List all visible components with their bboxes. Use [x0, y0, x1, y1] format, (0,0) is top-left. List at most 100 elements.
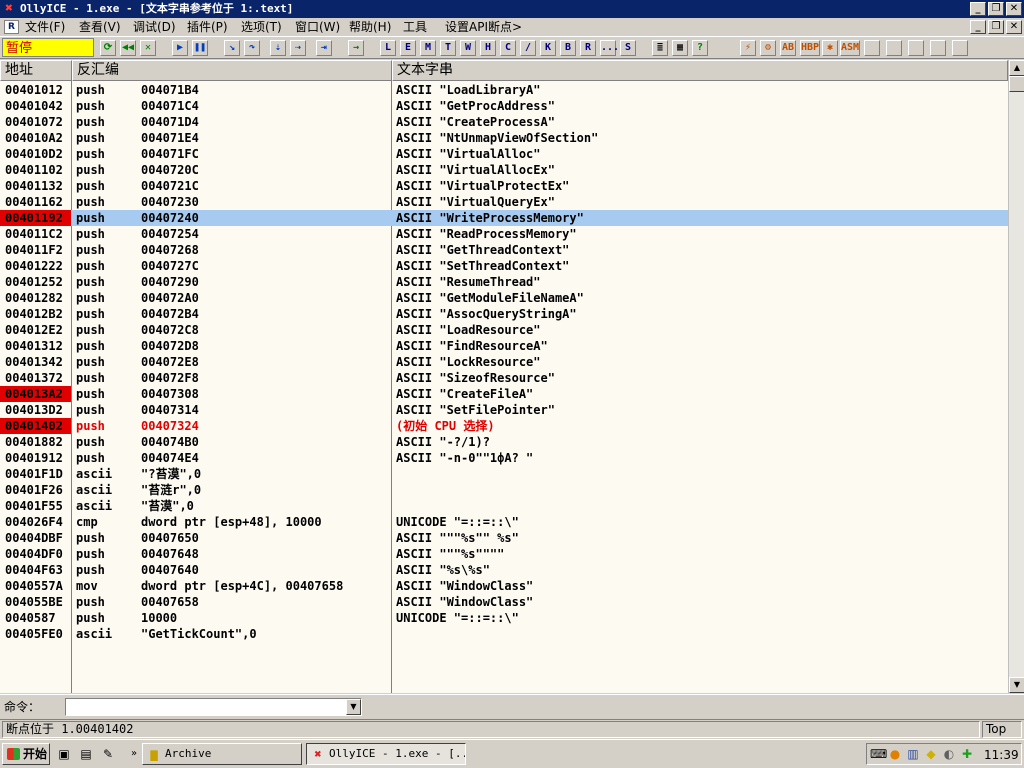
table-row[interactable]: 00401312 push 004072D8 ASCII "FindResourceA… — [0, 338, 1008, 354]
column-header-disasm[interactable]: 反汇编 — [72, 60, 392, 81]
pause-icon[interactable]: ❚❚ — [192, 40, 208, 56]
table-row[interactable]: 00401132 push 0040721C ASCII "VirtualProtec… — [0, 178, 1008, 194]
vertical-scrollbar[interactable]: ▲ ▼ — [1008, 60, 1024, 693]
step-into-icon[interactable]: ↘ — [224, 40, 240, 56]
run-trace-window-button[interactable]: ... — [600, 40, 619, 56]
memory-window-button[interactable]: M — [420, 40, 436, 56]
run-icon[interactable]: ▶ — [172, 40, 188, 56]
trace-over-icon[interactable]: ⇢ — [290, 40, 306, 56]
menu-tools[interactable]: 工具 — [403, 19, 427, 35]
task-ollyice[interactable]: ✖ OllyICE - 1.exe - [... — [306, 743, 466, 765]
menu-options[interactable]: 选项(T) — [241, 19, 282, 35]
threads-window-button[interactable]: T — [440, 40, 456, 56]
patches-window-button[interactable]: / — [520, 40, 536, 56]
table-row[interactable]: 00401222 push 0040727C ASCII "SetThreadCont… — [0, 258, 1008, 274]
scroll-thumb[interactable] — [1009, 76, 1024, 92]
help-icon[interactable]: ? — [692, 40, 708, 56]
empty-slot-1[interactable] — [864, 40, 880, 56]
list-view-icon[interactable]: ≣ — [652, 40, 668, 56]
plugin-gear-icon[interactable]: ✱ — [822, 40, 838, 56]
cpu-window-button[interactable]: C — [500, 40, 516, 56]
scroll-up-icon[interactable]: ▲ — [1009, 60, 1024, 76]
modules-window-button[interactable]: E — [400, 40, 416, 56]
trace-into-icon[interactable]: ⇣ — [270, 40, 286, 56]
explorer-quicklaunch-icon[interactable]: ▤ — [78, 746, 94, 762]
menu-help[interactable]: 帮助(H) — [349, 19, 391, 35]
source-window-button[interactable]: S — [620, 40, 636, 56]
callstack-window-button[interactable]: K — [540, 40, 556, 56]
document-icon[interactable]: R — [4, 20, 19, 34]
close-button[interactable]: ✕ — [1006, 2, 1022, 16]
child-close-button[interactable]: ✕ — [1006, 20, 1022, 34]
grid-view-icon[interactable]: ▦ — [672, 40, 688, 56]
table-row[interactable]: 00401282 push 004072A0 ASCII "GetModuleFile… — [0, 290, 1008, 306]
menu-debug[interactable]: 调试(D) — [133, 19, 176, 35]
table-row[interactable]: 00401072 push 004071D4 ASCII "CreateProcess… — [0, 114, 1008, 130]
open-icon[interactable]: ⟳ — [100, 40, 116, 56]
table-row[interactable]: 00405FE0 ascii "GetTickCount",0 — [0, 626, 1008, 642]
table-row[interactable]: 004011F2 push 00407268 ASCII "GetThreadCont… — [0, 242, 1008, 258]
orange-tray-icon[interactable]: ● — [888, 747, 902, 761]
table-row[interactable]: 00401F1D ascii "?苔漠",0 — [0, 466, 1008, 482]
table-row[interactable]: 004013D2 push 00407314 ASCII "SetFilePointe… — [0, 402, 1008, 418]
scroll-down-icon[interactable]: ▼ — [1009, 677, 1024, 693]
warning-tray-icon[interactable]: ◆ — [924, 747, 938, 761]
table-row[interactable]: 0040587 push 10000 UNICODE "=::=::\" — [0, 610, 1008, 626]
table-row[interactable]: 004013A2 push 00407308 ASCII "CreateFileA" — [0, 386, 1008, 402]
goto-icon[interactable]: → — [348, 40, 364, 56]
keyboard-tray-icon[interactable]: ⌨ — [870, 747, 887, 761]
table-row[interactable]: 004026F4 cmp dword ptr [esp+48], 10000 UNIC… — [0, 514, 1008, 530]
table-row[interactable]: 00401F55 ascii "苔漠",0 — [0, 498, 1008, 514]
handles-window-button[interactable]: H — [480, 40, 496, 56]
table-row[interactable]: 004012B2 push 004072B4 ASCII "AssocQueryStr… — [0, 306, 1008, 322]
close-program-icon[interactable]: ✕ — [140, 40, 156, 56]
task-archive[interactable]: ▆ Archive — [142, 743, 302, 765]
table-row[interactable]: 00401372 push 004072F8 ASCII "SizeofResourc… — [0, 370, 1008, 386]
show-desktop-icon[interactable]: ▣ — [56, 746, 72, 762]
table-row[interactable]: 00404DBF push 00407650 ASCII """%s"" %s" — [0, 530, 1008, 546]
execute-till-return-icon[interactable]: ⇥ — [316, 40, 332, 56]
table-row[interactable]: 00401402 push 00407324 (初始 CPU 选择) — [0, 418, 1008, 434]
table-row[interactable]: 00401342 push 004072E8 ASCII "LockResource" — [0, 354, 1008, 370]
log-window-button[interactable]: L — [380, 40, 396, 56]
table-row[interactable]: 00401882 push 004074B0 ASCII "-?/1)? — [0, 434, 1008, 450]
table-row[interactable]: 004010A2 push 004071E4 ASCII "NtUnmapViewOf… — [0, 130, 1008, 146]
windows-window-button[interactable]: W — [460, 40, 476, 56]
table-row[interactable]: 0040557A mov dword ptr [esp+4C], 00407658 A… — [0, 578, 1008, 594]
table-row[interactable]: 00404DF0 push 00407648 ASCII """%s"""" — [0, 546, 1008, 562]
table-row[interactable]: 00401102 push 0040720C ASCII "VirtualAllocE… — [0, 162, 1008, 178]
menu-window[interactable]: 窗口(W) — [295, 19, 340, 35]
child-restore-button[interactable]: ❐ — [988, 20, 1004, 34]
restore-button[interactable]: ❐ — [988, 2, 1004, 16]
column-header-text[interactable]: 文本字串 — [392, 60, 1008, 81]
hardware-breakpoint-icon[interactable]: ⚡ — [740, 40, 756, 56]
title-bar[interactable]: ✖ OllyICE - 1.exe - [文本字串参考位于 1:.text] _… — [0, 0, 1024, 18]
asm-button[interactable]: ASM — [840, 40, 860, 56]
menu-file[interactable]: 文件(F) — [25, 19, 65, 35]
table-row[interactable]: 004012E2 push 004072C8 ASCII "LoadResource" — [0, 322, 1008, 338]
empty-slot-2[interactable] — [886, 40, 902, 56]
table-row[interactable]: 00401192 push 00407240 ASCII "WriteProcessM… — [0, 210, 1008, 226]
start-button[interactable]: 开始 — [2, 743, 50, 765]
empty-slot-3[interactable] — [908, 40, 924, 56]
menu-set-api-breakpoint[interactable]: 设置API断点> — [445, 19, 522, 35]
volume-tray-icon[interactable]: ◐ — [942, 747, 956, 761]
step-over-icon[interactable]: ↷ — [244, 40, 260, 56]
table-row[interactable]: 004055BE push 00407658 ASCII "WindowClass" — [0, 594, 1008, 610]
table-row[interactable]: 004010D2 push 004071FC ASCII "VirtualAlloc" — [0, 146, 1008, 162]
column-header-address[interactable]: 地址 — [0, 60, 72, 81]
empty-slot-4[interactable] — [930, 40, 946, 56]
menu-plugins[interactable]: 插件(P) — [187, 19, 228, 35]
menu-view[interactable]: 查看(V) — [79, 19, 121, 35]
table-row[interactable]: 004011C2 push 00407254 ASCII "ReadProcessMe… — [0, 226, 1008, 242]
references-window-button[interactable]: R — [580, 40, 596, 56]
minimize-button[interactable]: _ — [970, 2, 986, 16]
command-input[interactable] — [65, 698, 362, 716]
table-row[interactable]: 00401252 push 00407290 ASCII "ResumeThread" — [0, 274, 1008, 290]
command-dropdown-icon[interactable]: ▼ — [346, 699, 361, 715]
hbp-button[interactable]: HBP — [800, 40, 820, 56]
child-minimize-button[interactable]: _ — [970, 20, 986, 34]
text-label-icon[interactable]: AB — [780, 40, 796, 56]
more-chevron-icon[interactable]: » — [126, 746, 142, 762]
restart-icon[interactable]: ◀◀ — [120, 40, 136, 56]
